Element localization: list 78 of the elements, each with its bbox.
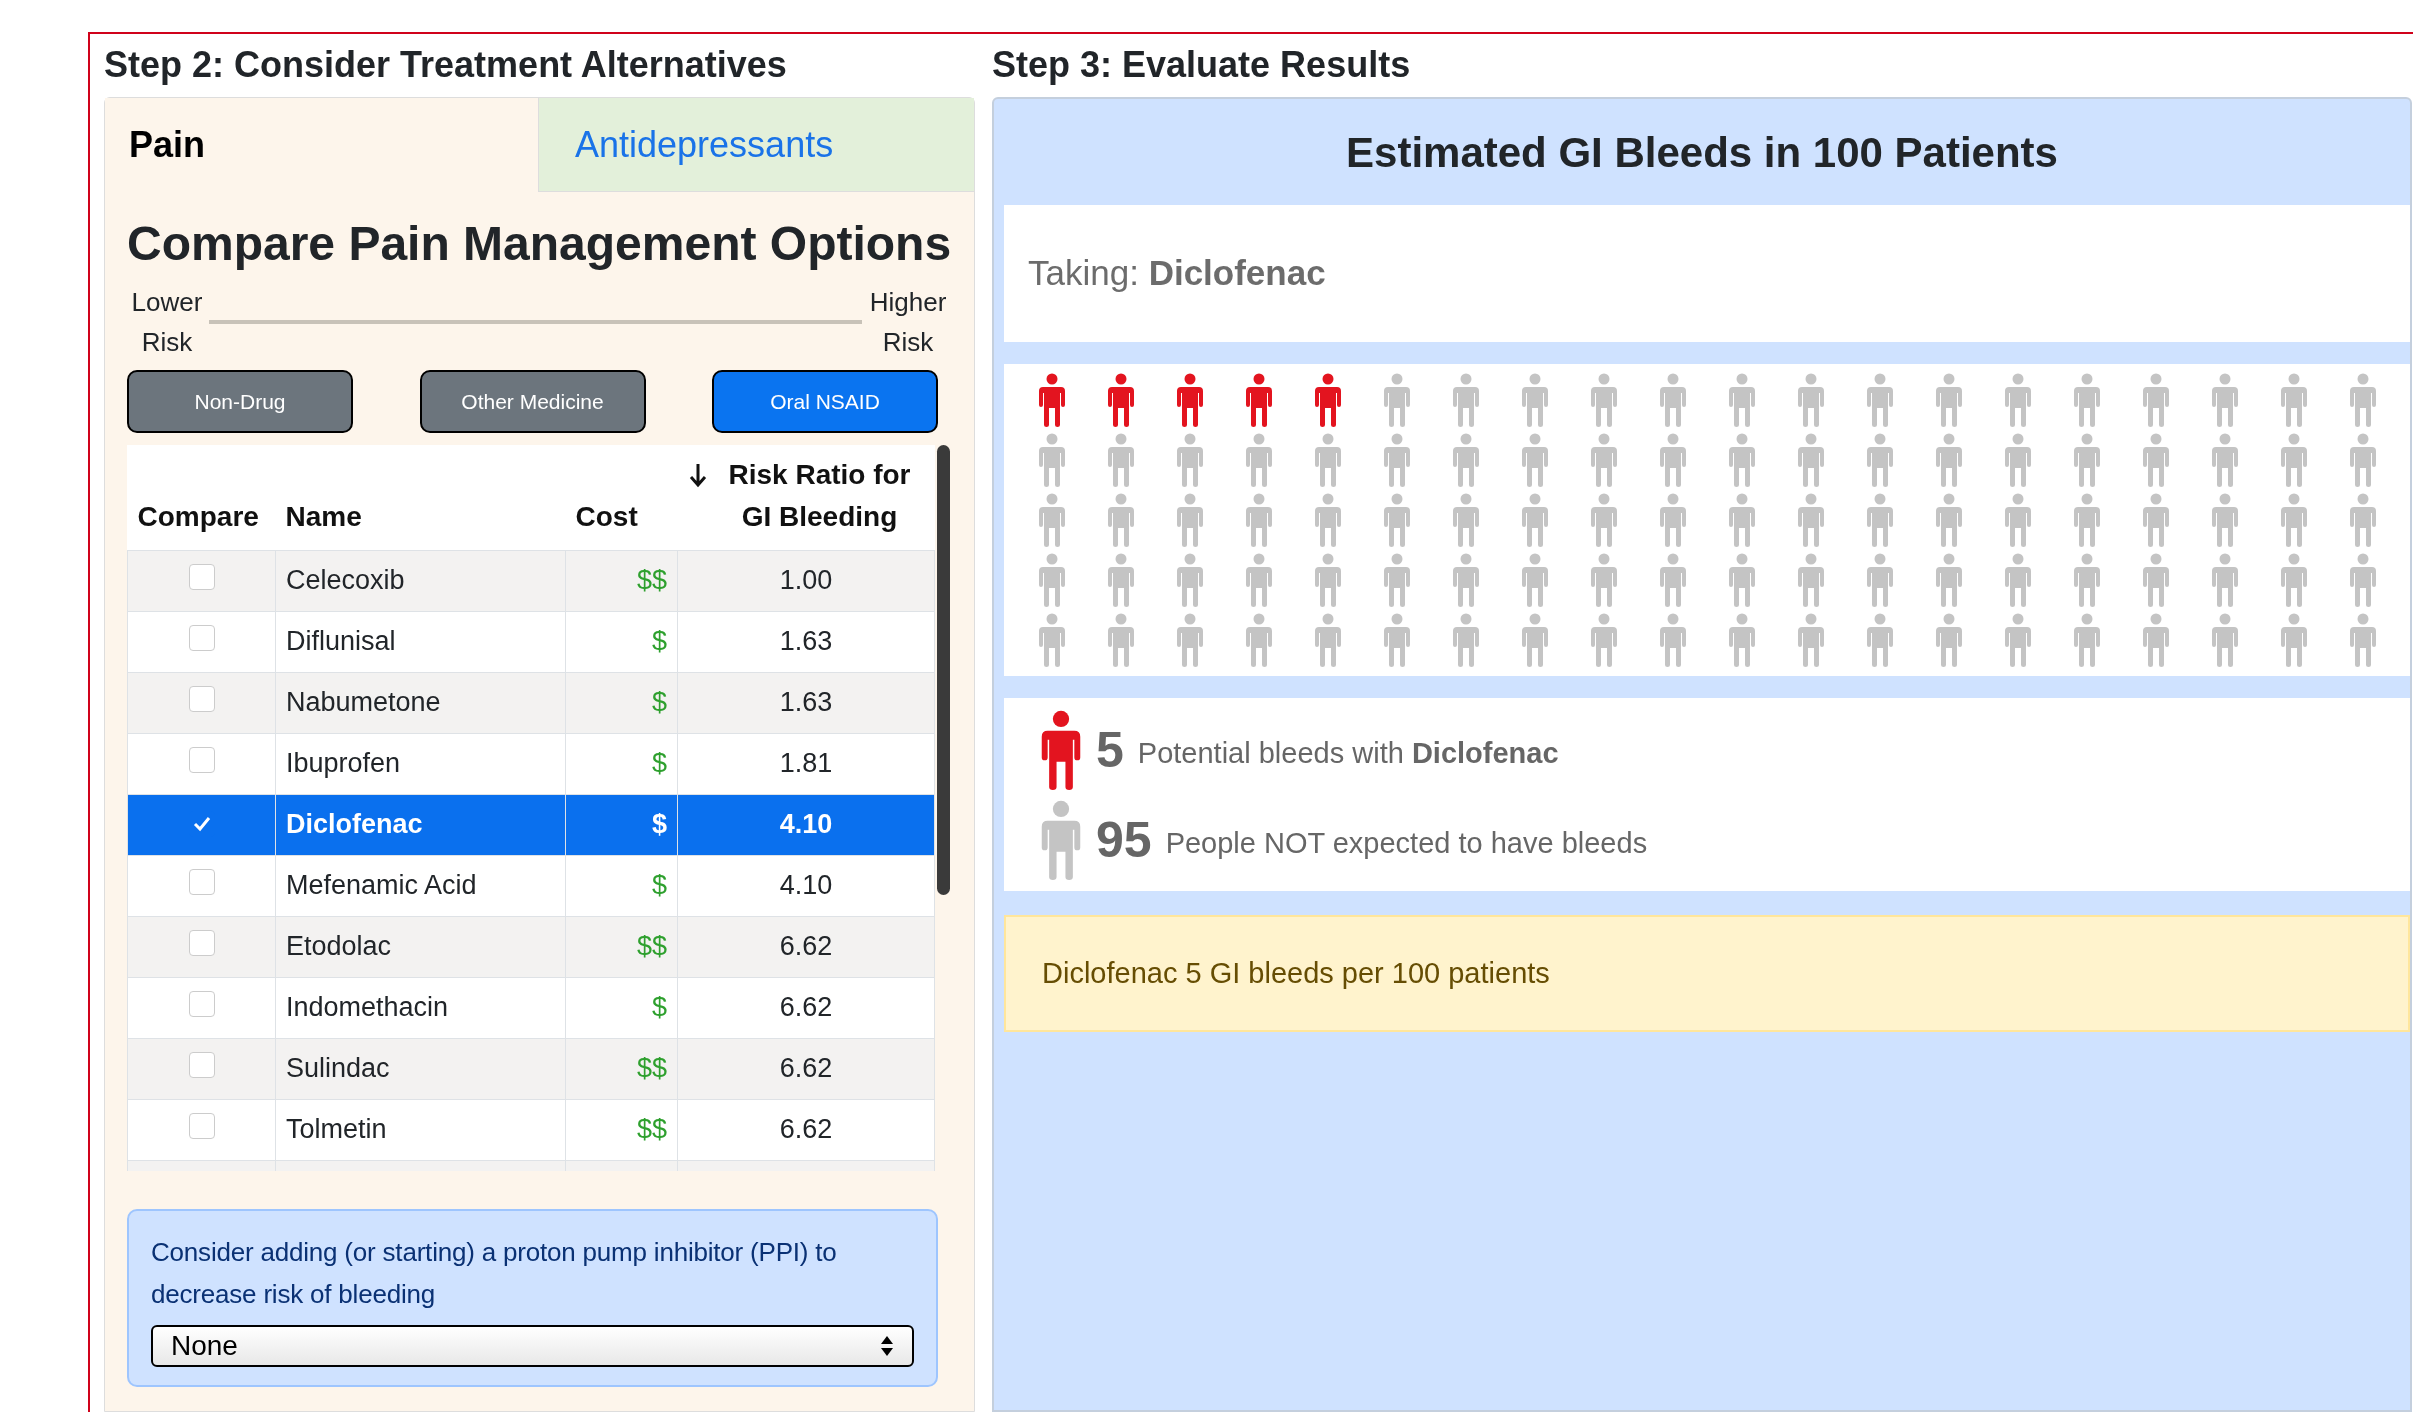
ppi-select[interactable]: None: [151, 1325, 914, 1367]
table-cell: Mefenamic Acid: [275, 855, 566, 916]
checkbox[interactable]: [188, 1052, 215, 1078]
checkbox[interactable]: [188, 564, 215, 590]
table-cell: Tolmetin: [275, 1099, 566, 1160]
table-cell: 6.62: [677, 916, 935, 977]
table-cell: 6.62: [677, 1099, 935, 1160]
checkbox[interactable]: [188, 869, 215, 895]
column-header: Compare: [127, 445, 276, 550]
person-icon: [1040, 709, 1082, 790]
category-button[interactable]: Oral NSAID: [712, 370, 938, 433]
table-cell: Ibuprofen: [275, 733, 566, 794]
table-cell: 1.81: [677, 733, 935, 794]
section-heading: Step 2: Consider Treatment Alternatives: [104, 43, 788, 87]
table-cell: Sulindac: [275, 1038, 566, 1099]
table-row[interactable]: Mefenamic Acid $ 4.10: [127, 855, 935, 916]
checkbox[interactable]: [188, 625, 215, 651]
legend-count: 5: [1096, 720, 1124, 780]
table-cell: $: [565, 977, 678, 1038]
table-cell: $: [565, 733, 678, 794]
select-arrows-icon: [880, 1334, 894, 1358]
table-row[interactable]: Diflunisal $ 1.63: [127, 611, 935, 672]
category-button[interactable]: Non-Drug: [127, 370, 353, 433]
table-cell: Celecoxib: [275, 550, 566, 611]
checkbox[interactable]: [188, 686, 215, 712]
table-cell: $: [565, 855, 678, 916]
table-row[interactable]: Indomethacin $ 6.62: [127, 977, 935, 1038]
table-cell: Indomethacin: [275, 977, 566, 1038]
scale-label: Higher Risk: [868, 286, 948, 359]
checkbox[interactable]: [188, 930, 215, 956]
checkmark-icon: [192, 815, 211, 832]
table-cell: $$: [565, 916, 678, 977]
checkbox[interactable]: [188, 747, 215, 773]
table-row[interactable]: Etodolac $$ 6.62: [127, 916, 935, 977]
panel-title: Compare Pain Management Options: [127, 216, 952, 272]
table-cell: Diclofenac: [275, 794, 566, 855]
select-value: None: [171, 1329, 238, 1363]
table-cell: $: [565, 611, 678, 672]
table-row[interactable]: Ibuprofen $ 1.81: [127, 733, 935, 794]
scrollbar-thumb[interactable]: [937, 445, 950, 895]
table-cell: 1.00: [677, 550, 935, 611]
table-cell: $$: [565, 1038, 678, 1099]
table-cell: 1.63: [677, 672, 935, 733]
checkbox[interactable]: [188, 991, 215, 1017]
table-cell: $: [565, 794, 678, 855]
table-cell: 4.10: [677, 794, 935, 855]
results-title: Estimated GI Bleeds in 100 Patients: [1345, 127, 2059, 178]
table-cell: 6.62: [677, 977, 935, 1038]
table-cell: 6.62: [677, 1038, 935, 1099]
checkbox[interactable]: [188, 1113, 215, 1139]
table-cell: $$: [565, 550, 678, 611]
table-row[interactable]: Nabumetone $ 1.63: [127, 672, 935, 733]
scale-label: Lower Risk: [130, 286, 204, 359]
table-cell: 1.63: [677, 611, 935, 672]
taking-label: Taking: Diclofenac: [1028, 252, 1326, 295]
table-cell: $: [565, 672, 678, 733]
section-heading: Step 3: Evaluate Results: [992, 43, 1412, 87]
table-cell: Diflunisal: [275, 611, 566, 672]
legend-text: People NOT expected to have bleeds: [1165, 825, 1648, 861]
ppi-advice: Consider adding (or starting) a proton pump inhibitor (PPI) to decrease risk of bleeding: [151, 1236, 838, 1311]
table-row[interactable]: Tolmetin $$ 6.62: [127, 1099, 935, 1160]
column-header[interactable]: Name: [275, 445, 566, 550]
column-header[interactable]: Cost: [565, 445, 678, 550]
person-icon: [1040, 799, 1082, 880]
table-cell: Etodolac: [275, 916, 566, 977]
table-cell: 4.10: [677, 855, 935, 916]
tab[interactable]: Antidepressants: [538, 98, 974, 192]
sort-arrow-icon: [688, 461, 707, 488]
summary-alert: Diclofenac 5 GI bleeds per 100 patients: [1004, 915, 2410, 1032]
legend-count: 95: [1096, 810, 1152, 870]
table-cell: Nabumetone: [275, 672, 566, 733]
table-row[interactable]: Diclofenac $ 4.10: [127, 794, 935, 855]
legend-text: Potential bleeds with Diclofenac: [1137, 735, 1559, 771]
table-cell: $$: [565, 1099, 678, 1160]
table-row[interactable]: Sulindac $$ 6.62: [127, 1038, 935, 1099]
category-button[interactable]: Other Medicine: [419, 370, 646, 433]
table-row[interactable]: Celecoxib $$ 1.00: [127, 550, 935, 611]
column-header[interactable]: Risk Ratio for GI Bleeding: [714, 453, 925, 538]
